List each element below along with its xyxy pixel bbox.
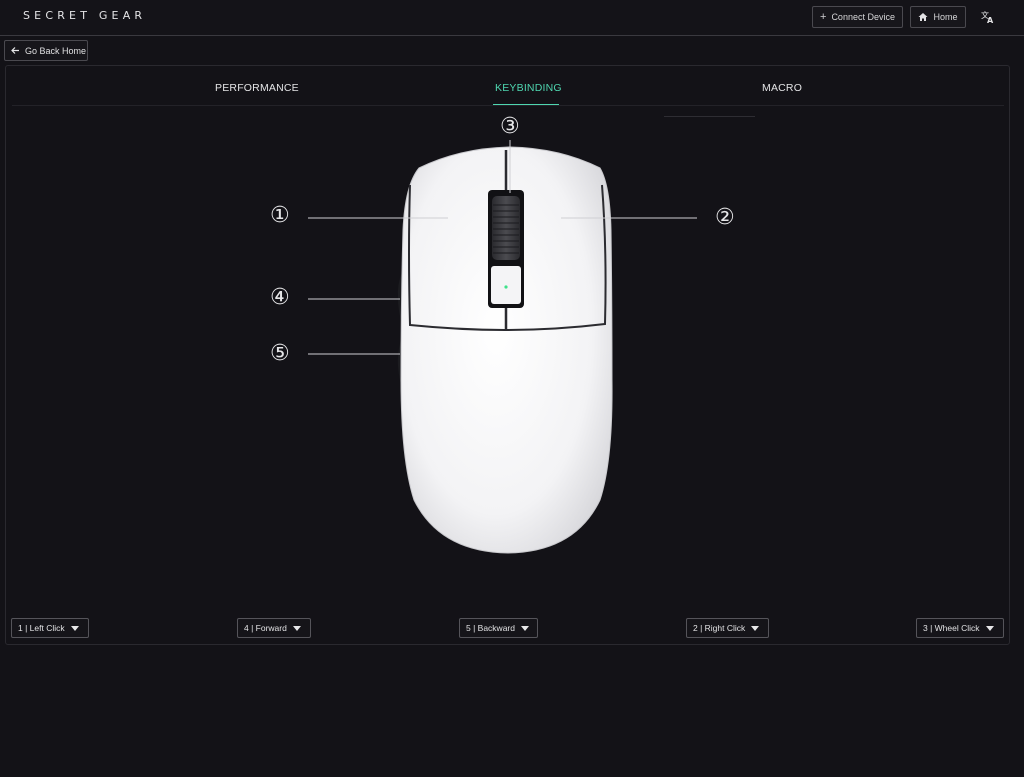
binding-dropdown-backward[interactable]: 5 | Backward [459,618,538,638]
caret-down-icon [751,625,760,631]
go-back-home-label: Go Back Home [25,45,87,56]
callout-2: ② [715,205,735,230]
binding-label: 1 | Left Click [18,623,65,633]
tab-keybinding[interactable]: KEYBINDING [495,82,562,94]
go-back-home-button[interactable]: Go Back Home [4,40,88,61]
caret-down-icon [292,625,301,631]
binding-dropdown-wheel-click[interactable]: 3 | Wheel Click [916,618,1004,638]
binding-label: 4 | Forward [244,623,287,633]
binding-label: 3 | Wheel Click [923,623,980,633]
binding-label: 2 | Right Click [693,623,746,633]
binding-dropdown-right-click[interactable]: 2 | Right Click [686,618,769,638]
binding-label: 5 | Backward [466,623,515,633]
app-logo: SECRET GEAR [23,9,147,22]
home-icon [918,12,928,22]
tab-performance[interactable]: PERFORMANCE [215,82,299,94]
caret-down-icon [70,625,79,631]
translate-icon[interactable]: 文 A [980,9,996,25]
home-label: Home [933,12,958,22]
svg-text:A: A [987,16,994,25]
mouse-illustration [308,140,697,554]
callout-5: ⑤ [270,341,290,366]
plus-icon: + [820,11,827,23]
connect-device-label: Connect Device [831,12,895,22]
callout-4: ④ [270,285,290,310]
arrow-left-icon [11,46,20,55]
tabs-divider [12,105,1004,106]
top-bar: SECRET GEAR + Connect Device Home 文 A [0,0,1024,36]
callout-3: ③ [500,114,520,139]
connect-device-button[interactable]: + Connect Device [812,6,903,28]
binding-dropdown-forward[interactable]: 4 | Forward [237,618,311,638]
callout-1: ① [270,203,290,228]
tab-macro[interactable]: MACRO [762,82,802,94]
caret-down-icon [985,625,994,631]
home-button[interactable]: Home [910,6,966,28]
binding-dropdown-left-click[interactable]: 1 | Left Click [11,618,89,638]
caret-down-icon [520,625,529,631]
